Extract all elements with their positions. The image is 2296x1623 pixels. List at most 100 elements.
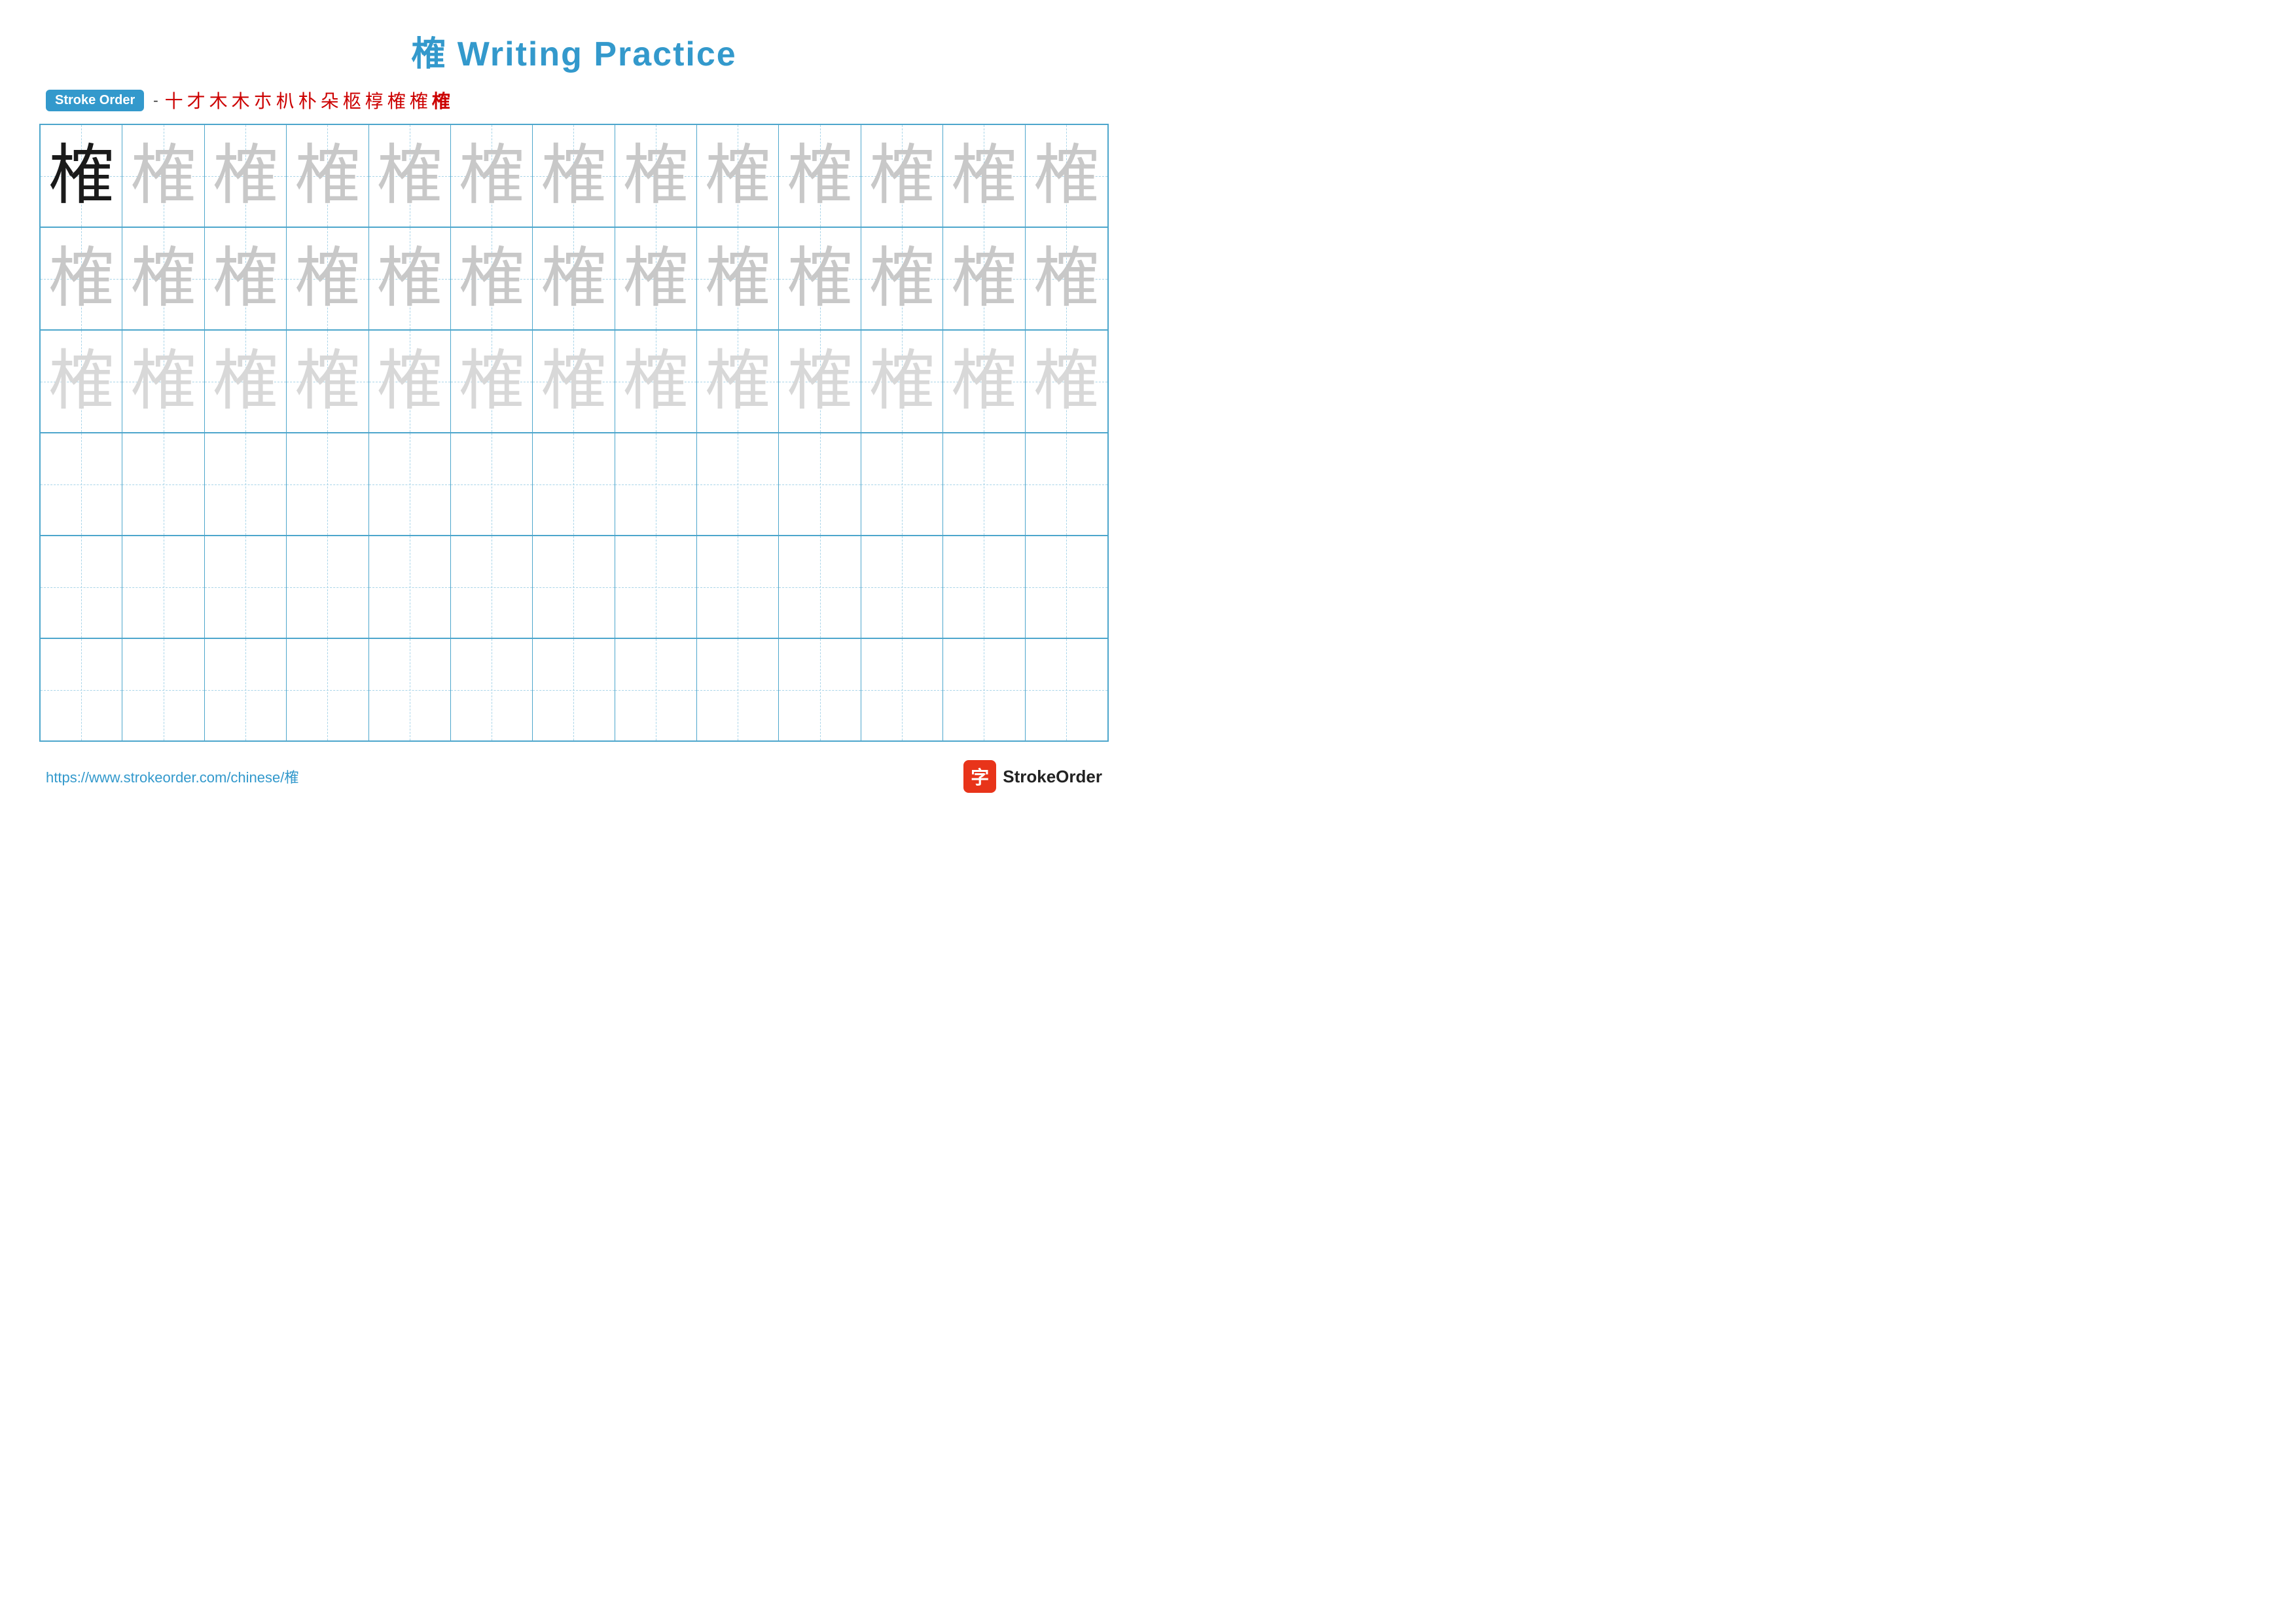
stroke-9: 柩 [343,87,361,113]
page-container: 榷 Writing Practice Stroke Order - 十 才 木 … [0,0,1148,812]
grid-cell-empty[interactable] [122,536,204,638]
char-display: 榷 [295,246,360,312]
grid-cell: 榷 [779,331,861,432]
grid-cell-empty[interactable] [779,433,861,535]
stroke-sequence: - 十 才 木 木 朩 朳 朴 朵 柩 椁 榷 榷 榷 [151,87,450,113]
grid-cell: 榷 [205,125,287,227]
grid-cell: 榷 [41,125,122,227]
stroke-final: 榷 [432,87,450,113]
char-display: 榷 [213,246,278,312]
grid-cell-empty[interactable] [287,536,368,638]
grid-cell-empty[interactable] [533,433,615,535]
stroke-10: 椁 [365,87,384,113]
grid-cell-empty[interactable] [861,536,943,638]
grid-cell: 榷 [615,125,697,227]
grid-cell-empty[interactable] [41,433,122,535]
char-display: 榷 [1033,246,1099,312]
writing-grid: 榷 榷 榷 榷 榷 榷 榷 榷 榷 榷 榷 榷 榷 榷 榷 榷 榷 榷 榷 榷 … [39,124,1109,742]
char-display: 榷 [869,246,935,312]
char-display: 榷 [869,143,935,209]
grid-cell-empty[interactable] [697,433,779,535]
grid-cell: 榷 [697,331,779,432]
footer-url[interactable]: https://www.strokeorder.com/chinese/榷 [46,766,298,787]
char-display: 榷 [377,143,442,209]
grid-cell-empty[interactable] [122,433,204,535]
char-display: 榷 [459,349,524,414]
grid-cell-empty[interactable] [615,639,697,740]
stroke-dash: - [153,92,158,109]
grid-cell: 榷 [615,228,697,329]
grid-cell-empty[interactable] [451,536,533,638]
grid-cell-empty[interactable] [1026,433,1107,535]
grid-cell-empty[interactable] [615,433,697,535]
char-display: 榷 [131,246,196,312]
grid-cell-empty[interactable] [205,433,287,535]
char-display: 榷 [377,349,442,414]
char-display: 榷 [48,143,114,209]
grid-cell-empty[interactable] [369,433,451,535]
grid-cell-empty[interactable] [205,639,287,740]
stroke-1: 十 [165,87,183,113]
grid-cell: 榷 [861,125,943,227]
grid-cell-empty[interactable] [451,433,533,535]
grid-cell-empty[interactable] [943,433,1025,535]
grid-cell: 榷 [205,331,287,432]
grid-cell-empty[interactable] [369,639,451,740]
grid-row-2: 榷 榷 榷 榷 榷 榷 榷 榷 榷 榷 榷 榷 榷 [41,228,1107,331]
grid-cell: 榷 [122,125,204,227]
grid-cell-empty[interactable] [615,536,697,638]
grid-cell: 榷 [1026,125,1107,227]
char-display: 榷 [459,143,524,209]
grid-cell: 榷 [122,331,204,432]
grid-cell: 榷 [533,125,615,227]
grid-cell-empty[interactable] [861,639,943,740]
grid-cell: 榷 [122,228,204,329]
stroke-6: 朳 [276,87,295,113]
char-display: 榷 [787,246,853,312]
stroke-11: 榷 [387,87,406,113]
grid-cell-empty[interactable] [41,536,122,638]
grid-cell: 榷 [369,228,451,329]
grid-cell: 榷 [943,125,1025,227]
grid-cell: 榷 [533,331,615,432]
grid-cell-empty[interactable] [861,433,943,535]
grid-cell: 榷 [287,125,368,227]
grid-cell-empty[interactable] [533,536,615,638]
footer: https://www.strokeorder.com/chinese/榷 字 … [39,760,1109,793]
stroke-5: 朩 [254,87,272,113]
grid-cell: 榷 [287,331,368,432]
grid-cell: 榷 [615,331,697,432]
grid-cell-empty[interactable] [1026,536,1107,638]
grid-cell-empty[interactable] [779,536,861,638]
grid-cell: 榷 [41,331,122,432]
grid-cell: 榷 [1026,331,1107,432]
grid-cell-empty[interactable] [122,639,204,740]
grid-cell-empty[interactable] [451,639,533,740]
grid-cell-empty[interactable] [1026,639,1107,740]
char-display: 榷 [295,349,360,414]
grid-row-6 [41,639,1107,740]
grid-cell-empty[interactable] [41,639,122,740]
grid-cell-empty[interactable] [205,536,287,638]
char-display: 榷 [1033,349,1099,414]
grid-cell: 榷 [861,228,943,329]
char-display: 榷 [48,349,114,414]
grid-cell-empty[interactable] [943,639,1025,740]
grid-cell-empty[interactable] [779,639,861,740]
grid-cell-empty[interactable] [943,536,1025,638]
char-display: 榷 [623,143,689,209]
grid-cell: 榷 [943,331,1025,432]
grid-cell: 榷 [861,331,943,432]
grid-cell: 榷 [697,228,779,329]
grid-cell-empty[interactable] [287,639,368,740]
grid-cell-empty[interactable] [287,433,368,535]
grid-cell: 榷 [779,228,861,329]
grid-cell-empty[interactable] [697,639,779,740]
grid-cell-empty[interactable] [369,536,451,638]
char-display: 榷 [951,143,1016,209]
grid-cell-empty[interactable] [697,536,779,638]
grid-cell: 榷 [451,125,533,227]
stroke-7: 朴 [298,87,317,113]
grid-cell-empty[interactable] [533,639,615,740]
char-display: 榷 [48,246,114,312]
